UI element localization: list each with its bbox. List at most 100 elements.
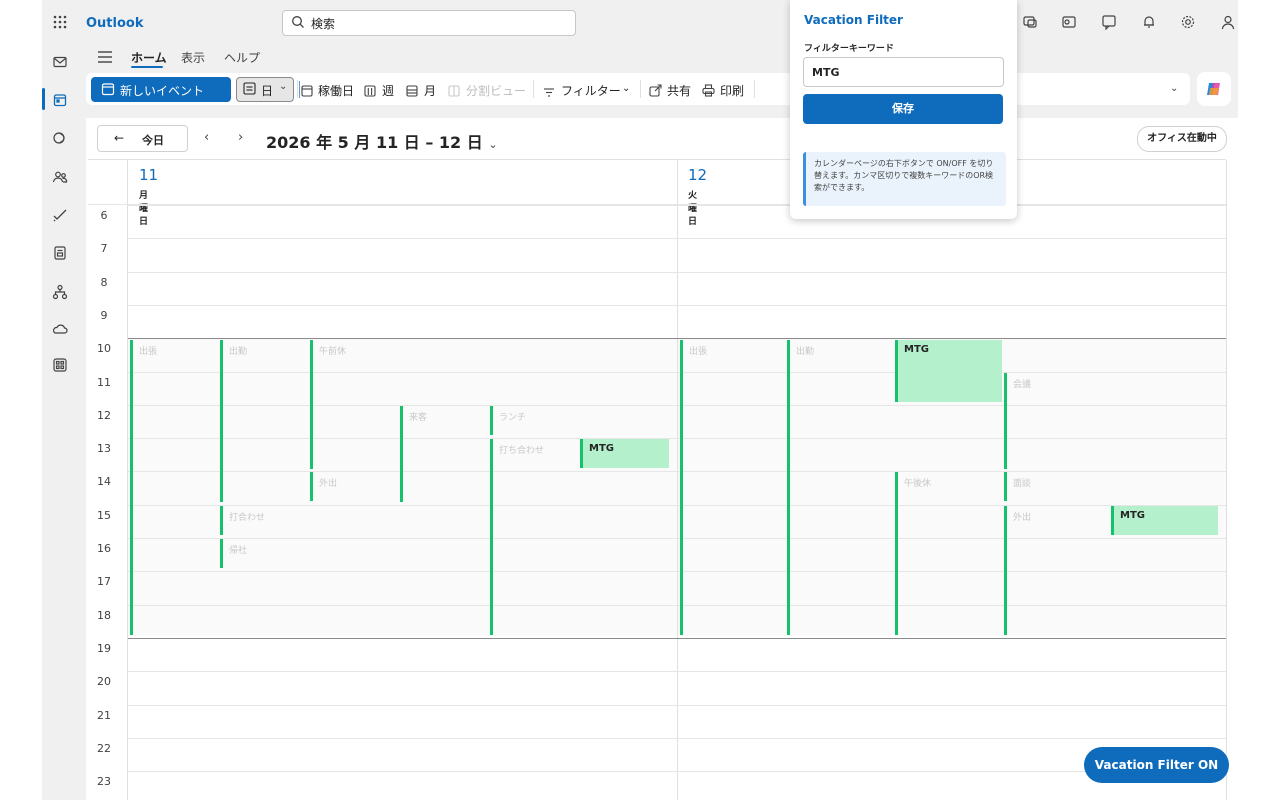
event-dimmed[interactable]: 外出 xyxy=(310,472,397,501)
event-highlighted[interactable]: MTG xyxy=(1111,506,1218,535)
split-view-icon xyxy=(448,82,460,97)
week-button[interactable]: 週 xyxy=(382,82,394,99)
event-title: 打合わせ xyxy=(229,513,266,523)
feedback-icon[interactable] xyxy=(1099,12,1119,32)
toolbar-separator xyxy=(533,80,534,98)
outlook-mail-icon[interactable] xyxy=(1059,12,1079,32)
event-dimmed[interactable]: 午後休 xyxy=(895,472,1002,635)
date-range-chevron-icon: ⌄ xyxy=(488,138,498,151)
hour-line xyxy=(128,205,1226,206)
event-dimmed[interactable]: 出張 xyxy=(680,340,783,635)
calendar-add-icon xyxy=(101,83,115,96)
tab-home[interactable]: ホーム xyxy=(131,49,167,66)
event-highlighted[interactable]: MTG xyxy=(895,340,1002,402)
month-icon xyxy=(406,82,418,97)
new-event-button[interactable]: 新しいイベント ⌄ xyxy=(91,77,313,102)
next-icon[interactable]: › xyxy=(238,130,243,145)
day-view-icon xyxy=(243,82,256,95)
hour-line xyxy=(128,638,1226,639)
time-gutter-divider xyxy=(127,160,128,800)
event-dimmed[interactable]: 帰社 xyxy=(220,539,307,568)
work-week-button[interactable]: 稼働日 xyxy=(318,82,354,99)
event-dimmed[interactable]: 午前休 xyxy=(310,340,397,469)
hamburger-menu-icon[interactable] xyxy=(97,49,113,63)
todo-icon[interactable] xyxy=(50,205,70,225)
print-button[interactable]: 印刷 xyxy=(720,82,744,99)
event-dimmed[interactable]: 打ち合わせ xyxy=(490,439,577,635)
people-icon[interactable] xyxy=(50,167,70,187)
today-button[interactable]: ← 今日 xyxy=(97,125,188,152)
event-dimmed[interactable]: 出張 xyxy=(130,340,217,635)
mail-icon[interactable] xyxy=(50,52,70,72)
hour-label: 16 xyxy=(97,542,111,555)
print-icon xyxy=(702,82,715,97)
hour-label: 12 xyxy=(97,409,111,422)
event-title: 出勤 xyxy=(229,347,248,357)
event-dimmed[interactable]: 来客 xyxy=(400,406,487,502)
filter-button[interactable]: フィルター xyxy=(561,82,621,99)
event-highlighted[interactable]: MTG xyxy=(580,439,669,468)
date-range-label: 2026 年 5 月 11 日 – 12 日 xyxy=(266,133,483,152)
hour-line xyxy=(128,771,1226,772)
event-dimmed[interactable]: 外出 xyxy=(1004,506,1107,635)
event-title: 面談 xyxy=(1013,479,1032,489)
filter-chevron-icon[interactable]: ⌄ xyxy=(622,83,630,94)
event-dimmed[interactable]: ランチ xyxy=(490,406,577,435)
previous-icon[interactable]: ‹ xyxy=(204,130,209,145)
onedrive-icon[interactable] xyxy=(50,319,70,339)
event-dimmed[interactable]: 出勤 xyxy=(787,340,890,635)
event-title: 外出 xyxy=(1013,513,1032,523)
event-title: 午後休 xyxy=(904,479,932,489)
hour-label: 20 xyxy=(97,675,111,688)
office-status-button[interactable]: オフィス在動中 xyxy=(1137,126,1227,152)
bell-icon[interactable] xyxy=(1139,12,1159,32)
day-chevron-icon: ⌄ xyxy=(279,81,288,92)
date-range-picker[interactable]: 2026 年 5 月 11 日 – 12 日 ⌄ xyxy=(266,129,498,153)
hour-label: 9 xyxy=(100,309,108,322)
gear-icon[interactable] xyxy=(1178,12,1198,32)
tab-help[interactable]: ヘルプ xyxy=(224,49,260,66)
share-button[interactable]: 共有 xyxy=(667,82,691,99)
tab-view[interactable]: 表示 xyxy=(181,49,205,66)
search-icon xyxy=(292,16,304,28)
account-icon[interactable] xyxy=(1218,12,1238,32)
app-brand[interactable]: Outlook xyxy=(86,16,143,31)
toolbar-separator xyxy=(640,80,641,98)
org-explorer-icon[interactable] xyxy=(50,282,70,302)
keyword-input[interactable]: MTG xyxy=(803,57,1004,87)
split-separator xyxy=(299,81,300,98)
more-apps-icon[interactable] xyxy=(50,355,70,375)
help-note-text: カレンダーページの右下ボタンで ON/OFF を切り替えます。カンマ区切りで複数… xyxy=(814,159,994,192)
toolbar-overflow-chevron-icon[interactable]: ⌄ xyxy=(1170,83,1178,94)
event-dimmed[interactable]: 出勤 xyxy=(220,340,307,502)
filter-icon xyxy=(543,83,555,97)
files-icon[interactable] xyxy=(50,243,70,263)
copilot-button[interactable] xyxy=(1197,72,1231,106)
search-input[interactable]: 検索 xyxy=(282,10,576,36)
month-button[interactable]: 月 xyxy=(424,82,436,99)
vacation-filter-toggle-button[interactable]: Vacation Filter ON xyxy=(1084,747,1229,783)
event-dimmed[interactable]: 会議 xyxy=(1004,373,1107,469)
event-title: MTG xyxy=(1120,510,1145,521)
hour-line xyxy=(128,705,1226,706)
share-icon xyxy=(649,82,662,97)
app-launcher-icon[interactable] xyxy=(52,14,68,30)
split-view-button[interactable]: 分割ビュー xyxy=(466,82,526,99)
save-button[interactable]: 保存 xyxy=(803,94,1003,124)
search-placeholder: 検索 xyxy=(311,17,336,31)
copilot-icon xyxy=(1207,83,1220,95)
day-view-button[interactable]: 日 ⌄ xyxy=(236,77,294,102)
hour-label: 21 xyxy=(97,709,111,722)
copilot-rail-icon[interactable] xyxy=(50,128,70,148)
new-event-label: 新しいイベント xyxy=(120,84,205,98)
keyword-value: MTG xyxy=(812,66,840,79)
calendar-icon[interactable] xyxy=(50,90,70,110)
hour-line xyxy=(128,238,1226,239)
week-icon xyxy=(364,82,376,97)
hour-label: 6 xyxy=(100,209,108,222)
event-title: 打ち合わせ xyxy=(499,446,545,456)
chat-icon[interactable] xyxy=(1020,12,1040,32)
arrow-left-icon: ← xyxy=(114,131,125,145)
event-dimmed[interactable]: 面談 xyxy=(1004,472,1107,501)
event-dimmed[interactable]: 打合わせ xyxy=(220,506,307,535)
